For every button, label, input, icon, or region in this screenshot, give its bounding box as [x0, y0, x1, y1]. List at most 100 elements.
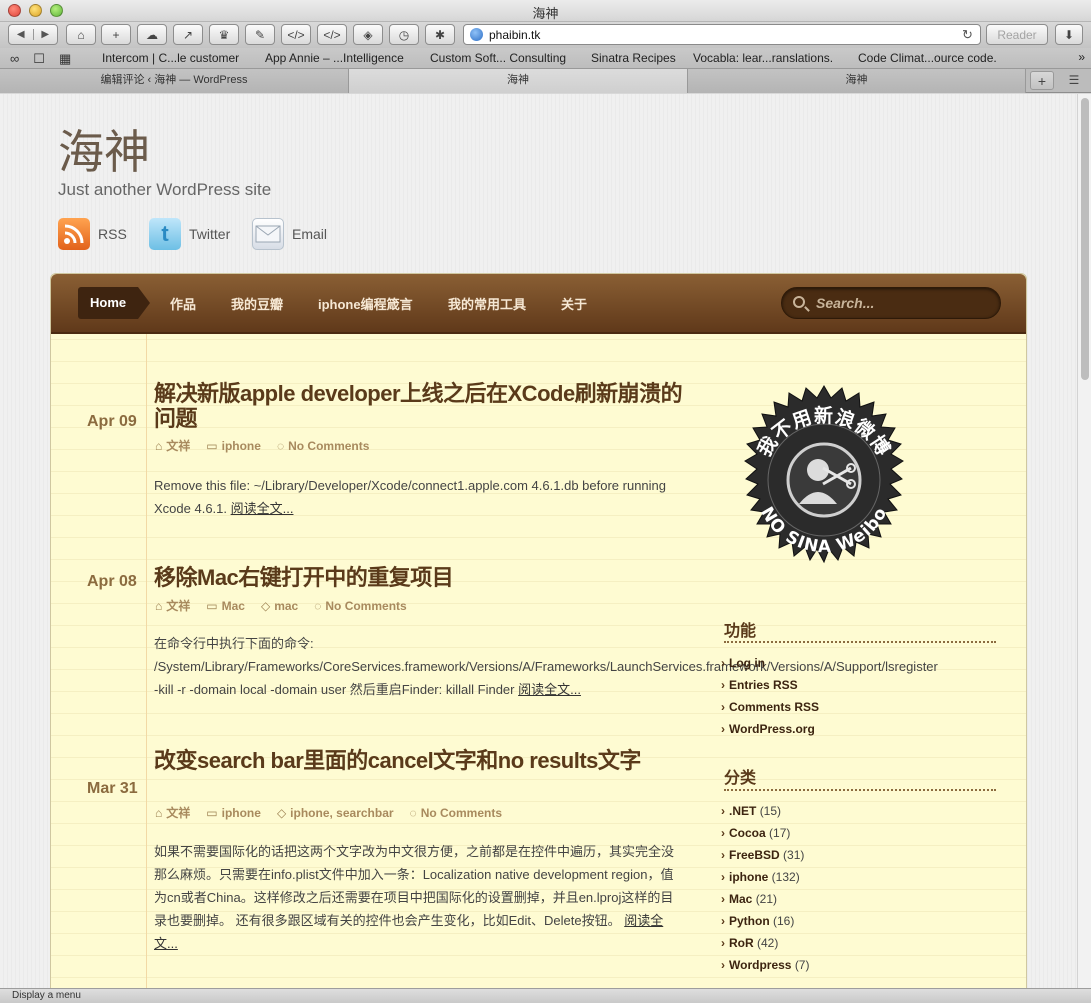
category-item[interactable]: › Mac (21) — [721, 892, 777, 906]
comment-icon: ◌ — [276, 438, 285, 453]
bookmark-item[interactable]: Sinatra Recipes — [591, 51, 676, 65]
extension-crown-button[interactable]: ♛ — [209, 24, 239, 45]
search-input[interactable]: Search... — [781, 287, 1001, 319]
post-author[interactable]: ⌂ 文祥 — [155, 804, 190, 821]
extension-pin-button[interactable]: ✎ — [245, 24, 275, 45]
tag-icon: ◇ — [276, 805, 287, 820]
nav-item-works[interactable]: 作品 — [170, 294, 196, 313]
bookmark-item[interactable]: App Annie – ...Intelligence — [265, 51, 404, 65]
bookmark-item[interactable]: Custom Soft... Consulting — [430, 51, 566, 65]
chevron-right-icon: › — [721, 722, 725, 736]
email-link[interactable]: Email — [252, 218, 327, 250]
comment-icon: ◌ — [314, 598, 322, 613]
extension-code-button[interactable]: </> — [281, 24, 311, 45]
read-more-link[interactable]: 阅读全文... — [518, 682, 581, 697]
category-item[interactable]: › RoR (42) — [721, 936, 778, 950]
post-comments[interactable]: ◌ No Comments — [314, 597, 406, 614]
site-description: Just another WordPress site — [58, 180, 272, 199]
bookmark-item[interactable]: Vocabla: lear...ranslations. — [693, 51, 833, 65]
post-title[interactable]: 改变search bar里面的cancel文字和no results文字 — [154, 748, 694, 773]
read-more-link[interactable]: 阅读全文... — [231, 501, 294, 516]
comments-label: No Comments — [288, 438, 370, 453]
category-item[interactable]: › Python (16) — [721, 914, 794, 928]
post-category[interactable]: ▭ iphone — [206, 804, 261, 821]
sidebar-item-comments-rss[interactable]: › Comments RSS — [721, 700, 819, 714]
post-tags[interactable]: ◇ mac — [261, 597, 298, 614]
add-bookmark-button[interactable]: + — [101, 24, 131, 45]
chevron-right-icon: › — [721, 848, 725, 862]
chevron-right-icon: › — [721, 700, 725, 714]
extension-layers-button[interactable]: ◈ — [353, 24, 383, 45]
reading-list-icon[interactable]: ∞ — [10, 51, 19, 67]
new-tab-button[interactable]: + — [1030, 71, 1054, 90]
bookmarks-overflow-icon[interactable]: » — [1078, 50, 1085, 64]
category-label: iphone — [221, 438, 261, 453]
extension-code-edit-button[interactable]: </> — [317, 24, 347, 45]
category-item[interactable]: › iphone (132) — [721, 870, 800, 884]
sidebar-meta-title: 功能 — [724, 623, 757, 640]
twitter-label: Twitter — [189, 226, 231, 242]
post-category[interactable]: ▭ Mac — [206, 597, 245, 614]
address-text[interactable]: phaibin.tk — [489, 28, 962, 42]
category-item[interactable]: › FreeBSD (31) — [721, 848, 804, 862]
chevron-right-icon: › — [721, 914, 725, 928]
post-comments[interactable]: ◌ No Comments — [277, 437, 369, 454]
nav-item-douban[interactable]: 我的豆瓣 — [231, 294, 283, 313]
post-meta: ⌂ 文祥 ▭ iphone ◇ iphone, searchbar ◌ No Comme… — [155, 804, 502, 821]
icloud-tabs-button[interactable]: ☁ — [137, 24, 167, 45]
post-category[interactable]: ▭ iphone — [206, 437, 261, 454]
post-excerpt: 在命令行中执行下面的命令: /System/Library/Frameworks… — [154, 632, 938, 701]
vertical-scrollbar[interactable] — [1077, 94, 1091, 988]
add-icon: + — [112, 27, 120, 42]
post-title[interactable]: 解决新版apple developer上线之后在XCode刷新崩溃的问题 — [154, 381, 694, 431]
sidebar-item-login[interactable]: › Log in — [721, 656, 765, 670]
nav-item-iphone-tips[interactable]: iphone编程箴言 — [318, 294, 413, 313]
bookmarks-book-icon[interactable]: ☐ — [33, 51, 45, 67]
tab-edit-comments[interactable]: 编辑评论 ‹ 海神 — WordPress — [0, 69, 349, 93]
post-meta: ⌂ 文祥 ▭ iphone ◌ No Comments — [155, 437, 369, 454]
address-bar[interactable]: phaibin.tk ↻ — [463, 24, 981, 45]
twitter-icon: t — [149, 218, 181, 250]
bookmark-item[interactable]: Intercom | C...le customer — [102, 51, 239, 65]
tab-haishen[interactable]: 海神 — [688, 69, 1026, 93]
category-label: iphone — [221, 805, 261, 820]
downloads-button[interactable]: ⬇ — [1055, 24, 1083, 45]
email-label: Email — [292, 226, 328, 242]
chevron-right-icon: › — [721, 678, 725, 692]
nav-item-tools[interactable]: 我的常用工具 — [448, 294, 526, 313]
extension-clock-button[interactable]: ◷ — [389, 24, 419, 45]
post-title[interactable]: 移除Mac右键打开中的重复项目 — [154, 565, 694, 590]
share-button[interactable]: ↗ — [173, 24, 203, 45]
extension-bug-button[interactable]: ✱ — [425, 24, 455, 45]
site-title[interactable]: 海神 — [58, 116, 150, 182]
post-comments[interactable]: ◌ No Comments — [410, 804, 502, 821]
category-item[interactable]: › .NET (15) — [721, 804, 781, 818]
rss-link[interactable]: RSS — [58, 218, 127, 250]
nav-item-home[interactable]: Home — [78, 287, 151, 319]
reload-icon[interactable]: ↻ — [962, 27, 980, 43]
tab-overview-icon[interactable]: ☰ — [1062, 71, 1086, 90]
category-item[interactable]: › Wordpress (7) — [721, 958, 809, 972]
post-tags[interactable]: ◇ iphone, searchbar — [277, 804, 394, 821]
reader-button[interactable]: Reader — [986, 24, 1048, 45]
category-item[interactable]: › Cocoa (17) — [721, 826, 790, 840]
author-label: 文祥 — [166, 599, 191, 613]
bookmark-item[interactable]: Code Climat...ource code. — [858, 51, 997, 65]
no-sina-weibo-badge[interactable]: 我不用新浪微博 NO SINA Weibo — [725, 384, 923, 582]
home-button[interactable]: ⌂ — [66, 24, 96, 45]
sidebar-item-entries-rss[interactable]: › Entries RSS — [721, 678, 798, 692]
top-sites-icon[interactable]: ▦ — [59, 51, 71, 67]
sidebar-item-wordpress-org[interactable]: › WordPress.org — [721, 722, 815, 736]
back-forward-buttons[interactable]: ◀ ▶ — [8, 24, 58, 45]
bug-icon: ✱ — [434, 27, 446, 42]
twitter-link[interactable]: t Twitter — [149, 218, 230, 250]
post-author[interactable]: ⌂ 文祥 — [155, 437, 190, 454]
post-author[interactable]: ⌂ 文祥 — [155, 597, 190, 614]
back-icon[interactable]: ◀ — [9, 29, 34, 40]
code-icon: </> — [287, 27, 305, 42]
nav-item-about[interactable]: 关于 — [561, 294, 587, 313]
tab-haishen-active[interactable]: 海神 — [349, 69, 688, 93]
post-text: 如果不需要国际化的话把这两个文字改为中文很方便，之前都是在控件中遍历，其实完全没… — [154, 844, 675, 928]
forward-icon[interactable]: ▶ — [34, 29, 58, 40]
scrollbar-thumb[interactable] — [1081, 98, 1089, 380]
